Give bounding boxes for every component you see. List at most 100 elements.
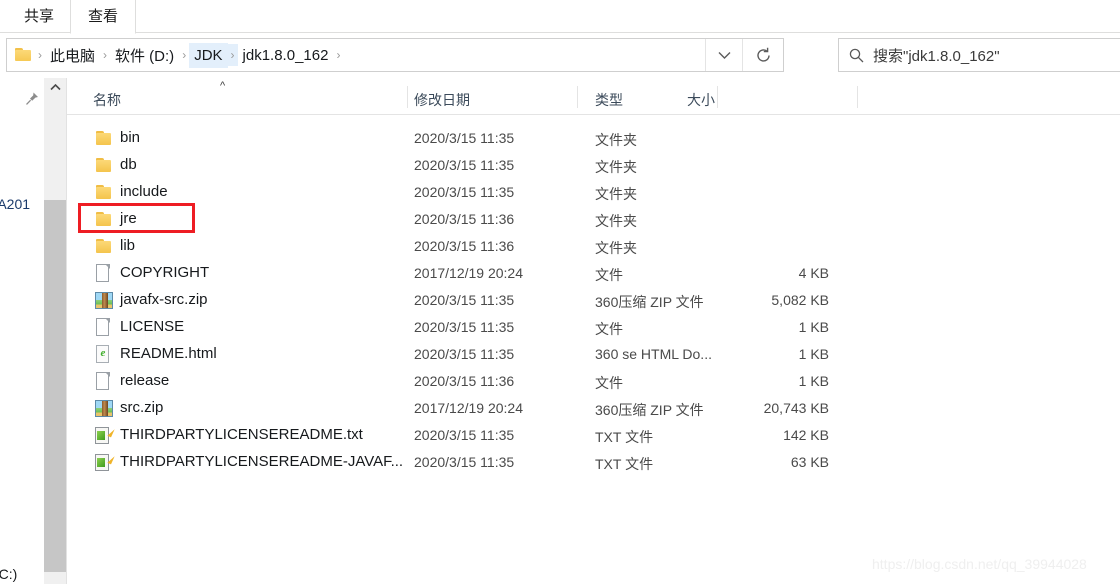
refresh-icon[interactable] xyxy=(742,39,783,71)
address-row: › 此电脑 › 软件 (D:) › JDK › jdk1.8.0_162 › 搜… xyxy=(0,34,1120,76)
column-divider-2[interactable] xyxy=(577,86,578,108)
html-document-icon: e xyxy=(95,345,113,363)
file-date: 2020/3/15 11:35 xyxy=(414,427,515,443)
file-name: db xyxy=(120,156,137,173)
column-header-name[interactable]: 名称 xyxy=(93,90,121,110)
table-row[interactable]: include 2020/3/15 11:35 文件夹 xyxy=(67,179,1120,206)
breadcrumb-separator-0[interactable]: › xyxy=(35,44,45,66)
table-row[interactable]: javafx-src.zip 2020/3/15 11:35 360压缩 ZIP… xyxy=(67,287,1120,314)
column-divider-3[interactable] xyxy=(717,86,718,108)
search-input[interactable]: 搜索"jdk1.8.0_162" xyxy=(838,38,1120,72)
file-size: 20,743 KB xyxy=(763,400,829,416)
ribbon-tab-strip: 共享 查看 xyxy=(0,0,1120,34)
text-document-icon xyxy=(95,427,115,445)
table-row[interactable]: COPYRIGHT 2017/12/19 20:24 文件 4 KB xyxy=(67,260,1120,287)
file-name: COPYRIGHT xyxy=(120,264,210,281)
table-row[interactable]: e README.html 2020/3/15 11:35 360 se HTM… xyxy=(67,341,1120,368)
column-header-type[interactable]: 类型 xyxy=(595,90,623,110)
file-size: 142 KB xyxy=(783,427,829,443)
file-date: 2020/3/15 11:36 xyxy=(414,211,515,227)
sort-ascending-icon: ^ xyxy=(220,80,226,92)
chevron-down-icon[interactable] xyxy=(705,39,742,71)
file-name: THIRDPARTYLICENSEREADME.txt xyxy=(120,426,363,443)
breadcrumb-separator-2[interactable]: › xyxy=(179,44,189,66)
file-type: 文件夹 xyxy=(595,186,637,202)
table-row[interactable]: lib 2020/3/15 11:36 文件夹 xyxy=(67,233,1120,260)
document-icon xyxy=(95,372,113,390)
search-placeholder-text: 搜索"jdk1.8.0_162" xyxy=(873,47,1000,65)
table-row[interactable]: bin 2020/3/15 11:35 文件夹 xyxy=(67,125,1120,152)
file-size: 5,082 KB xyxy=(771,292,829,308)
file-size: 1 KB xyxy=(798,346,829,362)
tab-share[interactable]: 共享 xyxy=(8,0,70,33)
navigation-pane: EA201 (C:) xyxy=(0,78,44,584)
breadcrumb-separator-3[interactable]: › xyxy=(227,44,238,66)
watermark-text: https://blog.csdn.net/qq_39944028 xyxy=(872,556,1087,572)
table-row[interactable]: src.zip 2017/12/19 20:24 360压缩 ZIP 文件 20… xyxy=(67,395,1120,422)
address-bar[interactable]: › 此电脑 › 软件 (D:) › JDK › jdk1.8.0_162 › xyxy=(6,38,784,72)
breadcrumb-jdk[interactable]: JDK xyxy=(189,42,228,68)
file-name: bin xyxy=(120,129,141,146)
file-size: 1 KB xyxy=(798,373,829,389)
breadcrumb-drive-d[interactable]: 软件 (D:) xyxy=(110,41,179,70)
file-date: 2017/12/19 20:24 xyxy=(414,265,523,281)
file-type: TXT 文件 xyxy=(595,429,654,445)
file-type: 文件夹 xyxy=(595,132,637,148)
column-header-size[interactable]: 大小 xyxy=(687,90,715,110)
document-icon xyxy=(95,318,113,336)
file-date: 2020/3/15 11:35 xyxy=(414,130,515,146)
file-name: lib xyxy=(120,237,136,254)
nav-item-idea[interactable]: EA201 xyxy=(0,196,30,212)
file-type: 文件夹 xyxy=(595,240,637,256)
file-date: 2020/3/15 11:35 xyxy=(414,184,515,200)
column-divider-1[interactable] xyxy=(407,86,408,108)
breadcrumb-separator-4[interactable]: › xyxy=(333,44,343,66)
document-icon xyxy=(95,264,113,282)
table-row[interactable]: release 2020/3/15 11:36 文件 1 KB xyxy=(67,368,1120,395)
file-date: 2020/3/15 11:35 xyxy=(414,157,515,173)
file-date: 2020/3/15 11:35 xyxy=(414,454,515,470)
breadcrumb-jdk1-8-0-162[interactable]: jdk1.8.0_162 xyxy=(238,43,334,68)
navigation-scrollbar[interactable] xyxy=(44,78,66,584)
column-header-date[interactable]: 修改日期 xyxy=(414,90,470,110)
chevron-up-icon[interactable] xyxy=(44,78,66,96)
file-date: 2017/12/19 20:24 xyxy=(414,400,523,416)
table-row-jre[interactable]: jre 2020/3/15 11:36 文件夹 xyxy=(67,206,1120,233)
file-name: include xyxy=(120,183,168,200)
file-name: THIRDPARTYLICENSEREADME-JAVAF... xyxy=(120,453,404,470)
table-row[interactable]: THIRDPARTYLICENSEREADME-JAVAF... 2020/3/… xyxy=(67,449,1120,476)
folder-icon xyxy=(95,238,113,256)
column-header-row: ^ 名称 修改日期 类型 大小 xyxy=(67,78,1120,115)
file-date: 2020/3/15 11:35 xyxy=(414,319,515,335)
file-size: 1 KB xyxy=(798,319,829,335)
file-date: 2020/3/15 11:36 xyxy=(414,238,515,254)
file-date: 2020/3/15 11:36 xyxy=(414,373,515,389)
file-type: 文件 xyxy=(595,321,623,337)
breadcrumb-this-pc[interactable]: 此电脑 xyxy=(45,41,100,70)
folder-icon xyxy=(15,47,33,63)
column-divider-4[interactable] xyxy=(857,86,858,108)
file-name: release xyxy=(120,372,170,389)
file-list-pane: ^ 名称 修改日期 类型 大小 bin 2020/3/15 11:35 文件夹 … xyxy=(67,78,1120,584)
folder-icon xyxy=(95,157,113,175)
zip-icon xyxy=(95,400,113,418)
file-size: 63 KB xyxy=(790,454,829,470)
folder-icon xyxy=(95,211,113,229)
file-type: 文件 xyxy=(595,375,623,391)
file-type: 文件夹 xyxy=(595,159,637,175)
breadcrumb-separator-1[interactable]: › xyxy=(100,44,110,66)
nav-item-c-drive[interactable]: (C:) xyxy=(0,566,17,582)
table-row[interactable]: db 2020/3/15 11:35 文件夹 xyxy=(67,152,1120,179)
text-document-icon xyxy=(95,454,115,472)
header-underline xyxy=(67,114,1120,115)
table-row[interactable]: LICENSE 2020/3/15 11:35 文件 1 KB xyxy=(67,314,1120,341)
scrollbar-thumb[interactable] xyxy=(44,200,66,572)
file-name: LICENSE xyxy=(120,318,185,335)
zip-icon xyxy=(95,292,113,310)
file-name: jre xyxy=(120,210,137,227)
folder-icon xyxy=(95,130,113,148)
pin-icon[interactable] xyxy=(24,91,40,107)
table-row[interactable]: THIRDPARTYLICENSEREADME.txt 2020/3/15 11… xyxy=(67,422,1120,449)
tab-view[interactable]: 查看 xyxy=(70,0,136,34)
file-type: 文件 xyxy=(595,267,623,283)
